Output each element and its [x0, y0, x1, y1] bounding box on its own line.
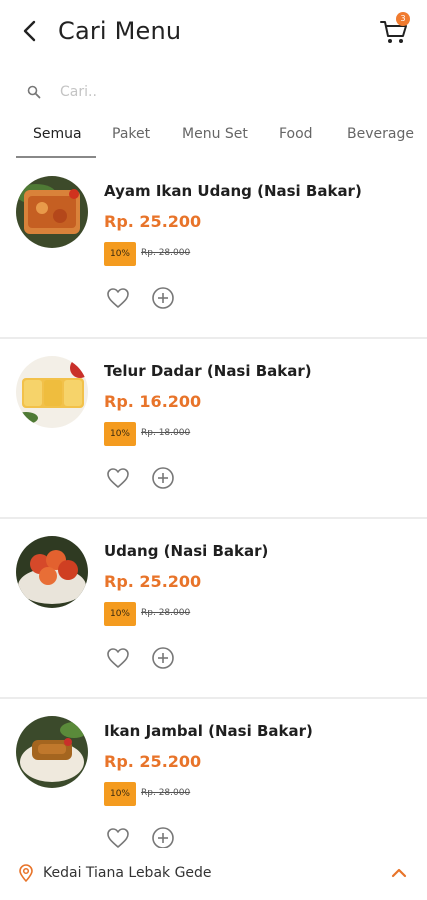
menu-item-price: Rp. 16.200: [104, 392, 202, 411]
original-price: Rp. 18.000: [141, 428, 191, 438]
favorite-button[interactable]: [105, 466, 131, 490]
menu-item-image: [16, 176, 88, 248]
favorite-button[interactable]: [105, 646, 131, 670]
menu-item-price: Rp. 25.200: [104, 212, 202, 231]
menu-item-image: [16, 536, 88, 608]
menu-item-price: Rp. 25.200: [104, 752, 202, 771]
plus-circle-icon: [152, 827, 174, 849]
cart-button[interactable]: 3: [376, 12, 416, 48]
back-button[interactable]: [14, 15, 46, 47]
favorite-button[interactable]: [105, 826, 131, 850]
discount-badge: 10%: [104, 782, 136, 806]
discount-badge: 10%: [104, 422, 136, 446]
menu-item[interactable]: Udang (Nasi Bakar) Rp. 25.200 10% Rp. 28…: [0, 520, 427, 700]
menu-item-name: Telur Dadar (Nasi Bakar): [104, 362, 312, 380]
tab-beverage[interactable]: Beverage: [347, 118, 414, 158]
favorite-button[interactable]: [105, 286, 131, 310]
add-to-cart-button[interactable]: [151, 286, 175, 310]
tab-paket[interactable]: Paket: [112, 118, 150, 158]
list-divider: [0, 517, 427, 519]
plus-circle-icon: [152, 467, 174, 489]
add-to-cart-button[interactable]: [151, 826, 175, 850]
menu-item-name: Ikan Jambal (Nasi Bakar): [104, 722, 313, 740]
discount-badge: 10%: [104, 242, 136, 266]
tab-menu-set[interactable]: Menu Set: [182, 118, 248, 158]
menu-item-image: [16, 716, 88, 788]
search-input[interactable]: [60, 84, 380, 100]
store-selector[interactable]: Kedai Tiana Lebak Gede: [0, 848, 427, 900]
plus-circle-icon: [152, 647, 174, 669]
list-divider: [0, 697, 427, 699]
page-title: Cari Menu: [58, 17, 182, 45]
discount-badge: 10%: [104, 602, 136, 626]
menu-item-image: [16, 356, 88, 428]
category-tabs: Semua Paket Menu Set Food Beverage: [0, 118, 427, 160]
list-divider: [0, 337, 427, 339]
heart-icon: [107, 828, 129, 848]
add-to-cart-button[interactable]: [151, 646, 175, 670]
original-price: Rp. 28.000: [141, 788, 191, 798]
location-pin-icon: [19, 864, 33, 882]
tab-semua[interactable]: Semua: [33, 118, 82, 158]
back-arrow-icon: [23, 20, 36, 42]
menu-item-name: Ayam Ikan Udang (Nasi Bakar): [104, 182, 362, 200]
chevron-up-icon[interactable]: [390, 864, 408, 882]
original-price: Rp. 28.000: [141, 608, 191, 618]
cart-count-badge: 3: [396, 12, 410, 26]
heart-icon: [107, 468, 129, 488]
menu-item-price: Rp. 25.200: [104, 572, 202, 591]
store-name: Kedai Tiana Lebak Gede: [43, 865, 212, 881]
search-icon: [24, 82, 44, 102]
menu-item[interactable]: Ayam Ikan Udang (Nasi Bakar) Rp. 25.200 …: [0, 160, 427, 340]
menu-item[interactable]: Telur Dadar (Nasi Bakar) Rp. 16.200 10% …: [0, 340, 427, 520]
plus-circle-icon: [152, 287, 174, 309]
heart-icon: [107, 648, 129, 668]
heart-icon: [107, 288, 129, 308]
add-to-cart-button[interactable]: [151, 466, 175, 490]
original-price: Rp. 28.000: [141, 248, 191, 258]
tab-food[interactable]: Food: [279, 118, 313, 158]
app-header: Cari Menu 3: [0, 0, 427, 62]
active-tab-indicator: [16, 156, 96, 158]
menu-item-name: Udang (Nasi Bakar): [104, 542, 269, 560]
search-bar: [16, 72, 411, 112]
